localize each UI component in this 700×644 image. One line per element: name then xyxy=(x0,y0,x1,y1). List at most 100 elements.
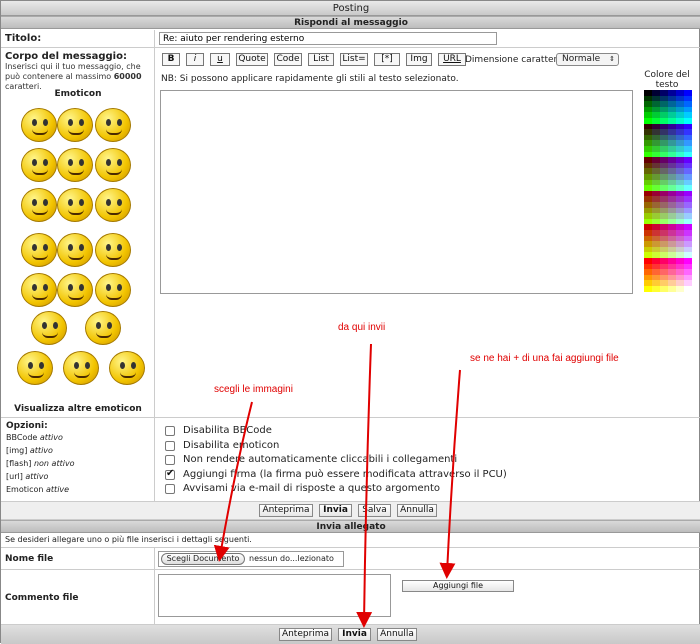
emoticon-icon[interactable] xyxy=(57,188,93,222)
color-swatch[interactable] xyxy=(660,286,668,292)
emoticon-feature xyxy=(117,119,122,126)
emoticon-icon[interactable] xyxy=(85,311,121,345)
emoticon-feature xyxy=(68,209,84,215)
color-swatch[interactable] xyxy=(684,286,692,292)
emoticon-feature xyxy=(106,209,122,215)
send-button[interactable]: Invia xyxy=(319,504,352,517)
format-button-3[interactable]: Quote xyxy=(236,53,268,66)
cancel-button[interactable]: Annulla xyxy=(397,504,437,517)
status-state: attive xyxy=(46,485,70,494)
subject-label: Titolo: xyxy=(5,33,42,44)
color-swatch[interactable] xyxy=(644,286,652,292)
color-label: Colore del testo xyxy=(644,70,690,90)
format-button-8[interactable]: Img xyxy=(406,53,432,66)
emoticon-icon[interactable] xyxy=(21,188,57,222)
bottom-cancel-button[interactable]: Annulla xyxy=(377,628,417,641)
color-swatch[interactable] xyxy=(676,286,684,292)
emoticon-feature xyxy=(32,159,37,166)
color-swatch[interactable] xyxy=(668,286,676,292)
file-label: Nome file xyxy=(5,554,54,564)
color-swatch[interactable] xyxy=(652,286,660,292)
emoticon-feature xyxy=(28,372,44,378)
bottom-preview-button[interactable]: Anteprima xyxy=(279,628,332,641)
emoticon-icon[interactable] xyxy=(63,351,99,385)
emoticon-icon[interactable] xyxy=(57,273,93,307)
emoticon-feature xyxy=(96,322,101,329)
emoticon-feature xyxy=(117,159,122,166)
emoticon-feature xyxy=(79,199,84,206)
subject-input[interactable] xyxy=(159,32,497,45)
emoticon-icon[interactable] xyxy=(95,233,131,267)
option-checkbox[interactable] xyxy=(165,468,175,480)
emoticon-icon[interactable] xyxy=(95,108,131,142)
status-name: BBCode xyxy=(6,433,38,442)
reply-section-header: Rispondi al messaggio xyxy=(1,16,700,29)
status-state: attivo xyxy=(25,472,49,481)
emoticon-icon[interactable] xyxy=(57,233,93,267)
add-file-button[interactable]: Aggiungi file xyxy=(402,580,514,592)
option-checkbox[interactable] xyxy=(165,484,175,494)
status-state: attivo xyxy=(29,446,53,455)
format-button-0[interactable]: B xyxy=(162,53,180,66)
emoticon-icon[interactable] xyxy=(109,351,145,385)
emoticon-icon[interactable] xyxy=(17,351,53,385)
format-button-2[interactable]: u xyxy=(210,53,230,66)
comment-label: Commento file xyxy=(5,593,79,603)
emoticon-feature xyxy=(106,284,111,291)
file-comment-textarea[interactable] xyxy=(158,574,391,617)
emoticon-icon[interactable] xyxy=(21,108,57,142)
emoticon-feature xyxy=(32,254,48,260)
no-file-text: nessun do...lezionato xyxy=(249,554,334,563)
status-state: non attivo xyxy=(33,459,75,468)
option-checkbox[interactable] xyxy=(165,426,175,436)
emoticon-icon[interactable] xyxy=(31,311,67,345)
emoticon-icon[interactable] xyxy=(21,148,57,182)
emoticon-feature xyxy=(32,129,48,135)
status-name: [img] xyxy=(6,446,28,455)
emoticon-feature xyxy=(32,244,37,251)
options-label: Opzioni: xyxy=(6,421,48,431)
emoticon-feature xyxy=(74,362,79,369)
font-size-select[interactable]: Normale ⇕ xyxy=(556,53,619,66)
emoticon-feature xyxy=(53,322,58,329)
attach-hint: Se desideri allegare uno o più file inse… xyxy=(5,535,252,544)
save-button[interactable]: Salva xyxy=(358,504,391,517)
emoticon-icon[interactable] xyxy=(57,108,93,142)
option-label: Disabilita emoticon xyxy=(183,439,280,451)
option-checkbox[interactable] xyxy=(165,440,175,451)
emoticon-feature xyxy=(43,284,48,291)
status-name: Emoticon xyxy=(6,485,44,494)
emoticon-icon[interactable] xyxy=(95,148,131,182)
style-note: NB: Si possono applicare rapidamente gli… xyxy=(161,74,459,84)
body-label: Corpo del messaggio: xyxy=(5,51,127,62)
emoticon-feature xyxy=(32,294,48,300)
choose-file-button[interactable]: Scegli Documento xyxy=(161,553,245,565)
emoticon-feature xyxy=(85,362,90,369)
page-title: Posting xyxy=(1,1,700,16)
format-button-5[interactable]: List xyxy=(308,53,334,66)
emoticon-icon[interactable] xyxy=(95,188,131,222)
format-button-1[interactable]: i xyxy=(186,53,204,66)
emoticon-icon[interactable] xyxy=(21,273,57,307)
bottom-send-button[interactable]: Invia xyxy=(338,628,371,641)
preview-button[interactable]: Anteprima xyxy=(259,504,313,517)
message-textarea[interactable] xyxy=(160,90,633,294)
emoticon-feature xyxy=(39,362,44,369)
format-button-7[interactable]: [*] xyxy=(374,53,400,66)
body-hint: Inserisci qui il tuo messaggio, che può … xyxy=(5,62,142,91)
annotation-send-here: da qui invii xyxy=(338,322,386,333)
emoticon-feature xyxy=(43,199,48,206)
format-button-6[interactable]: List= xyxy=(340,53,368,66)
status-name: [flash] xyxy=(6,459,32,468)
emoticon-feature xyxy=(68,129,84,135)
emoticon-feature xyxy=(79,119,84,126)
format-button-4[interactable]: Code xyxy=(274,53,302,66)
emoticon-icon[interactable] xyxy=(57,148,93,182)
emoticon-icon[interactable] xyxy=(95,273,131,307)
chevron-updown-icon: ⇕ xyxy=(609,55,615,63)
emoticon-icon[interactable] xyxy=(21,233,57,267)
emoticon-feature xyxy=(79,159,84,166)
format-button-9[interactable]: URL xyxy=(438,53,466,66)
option-checkbox[interactable] xyxy=(165,455,175,465)
more-emoticons-link[interactable]: Visualizza altre emoticon xyxy=(1,404,155,414)
